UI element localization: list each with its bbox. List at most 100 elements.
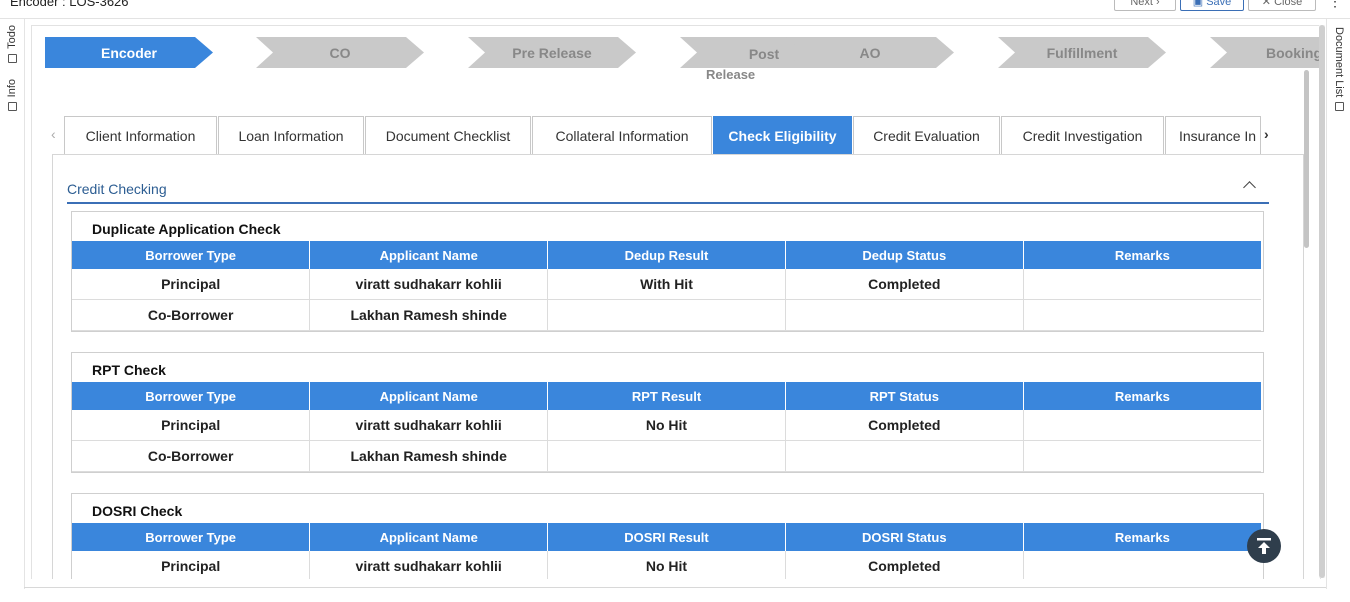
document-list-label: Document List bbox=[1333, 27, 1345, 98]
table-cell bbox=[1023, 269, 1261, 300]
column-header: DOSRI Result bbox=[547, 523, 786, 551]
table-cell: No Hit bbox=[547, 410, 786, 441]
table-cell: Principal bbox=[72, 410, 311, 441]
duplicate-check-table: Borrower Type Applicant Name Dedup Resul… bbox=[72, 241, 1261, 331]
column-header: Applicant Name bbox=[309, 382, 549, 410]
table-row: Co-Borrower Lakhan Ramesh shinde bbox=[72, 299, 1261, 331]
table-header-row: Borrower Type Applicant Name Dedup Resul… bbox=[72, 241, 1261, 269]
table-cell: With Hit bbox=[547, 269, 786, 300]
column-header: Applicant Name bbox=[309, 241, 549, 269]
table-cell: Principal bbox=[72, 269, 311, 300]
step-co[interactable]: CO bbox=[256, 37, 424, 68]
column-header: RPT Status bbox=[785, 382, 1024, 410]
top-bar: Encoder : LOS-3626 Next › ▣ Save ✕ Close… bbox=[0, 0, 1350, 18]
table-row: Principal viratt sudhakarr kohlii No Hit… bbox=[72, 551, 1261, 579]
section-divider bbox=[67, 202, 1269, 204]
table-cell bbox=[1023, 551, 1261, 579]
inner-scrollbar[interactable] bbox=[1304, 70, 1309, 248]
chevron-right-icon: › bbox=[1156, 0, 1160, 8]
step-booking[interactable]: Booking bbox=[1210, 37, 1320, 68]
workflow-stepper: Encoder CO Pre Release Post AO Fulfillme… bbox=[45, 37, 1320, 82]
dosri-check-card: DOSRI Check Borrower Type Applicant Name… bbox=[71, 493, 1264, 579]
column-header: Remarks bbox=[1023, 523, 1261, 551]
table-cell: Completed bbox=[785, 269, 1024, 300]
tab-collateral-information[interactable]: Collateral Information bbox=[532, 116, 712, 154]
table-cell bbox=[547, 440, 786, 472]
tab-credit-evaluation[interactable]: Credit Evaluation bbox=[853, 116, 1000, 154]
tab-loan-information[interactable]: Loan Information bbox=[218, 116, 364, 154]
todo-rail-button[interactable]: Todo bbox=[2, 25, 22, 63]
rpt-check-table: Borrower Type Applicant Name RPT Result … bbox=[72, 382, 1261, 472]
page-scrollbar-thumb[interactable] bbox=[1319, 25, 1325, 578]
scroll-to-top-button[interactable] bbox=[1247, 529, 1281, 563]
clipboard-icon bbox=[7, 53, 17, 63]
table-cell: Completed bbox=[785, 410, 1024, 441]
card-title: Duplicate Application Check bbox=[92, 221, 281, 237]
duplicate-application-check-card: Duplicate Application Check Borrower Typ… bbox=[71, 211, 1264, 332]
table-cell bbox=[547, 299, 786, 331]
table-cell: viratt sudhakarr kohlii bbox=[309, 269, 549, 300]
tab-check-eligibility[interactable]: Check Eligibility bbox=[713, 116, 852, 154]
save-button[interactable]: ▣ Save bbox=[1180, 0, 1244, 11]
save-icon: ▣ bbox=[1192, 0, 1204, 8]
column-header: Borrower Type bbox=[72, 241, 311, 269]
table-header-row: Borrower Type Applicant Name DOSRI Resul… bbox=[72, 523, 1261, 551]
close-button-label: Close bbox=[1274, 0, 1303, 8]
column-header: Remarks bbox=[1023, 382, 1261, 410]
column-header: DOSRI Status bbox=[785, 523, 1024, 551]
table-row: Principal viratt sudhakarr kohlii No Hit… bbox=[72, 410, 1261, 441]
table-cell: Principal bbox=[72, 551, 311, 579]
table-cell bbox=[1023, 440, 1261, 472]
page-scrollbar[interactable] bbox=[1319, 25, 1325, 578]
step-fulfillment[interactable]: Fulfillment bbox=[998, 37, 1166, 68]
tab-client-information[interactable]: Client Information bbox=[64, 116, 217, 154]
table-row: Co-Borrower Lakhan Ramesh shinde bbox=[72, 440, 1261, 472]
table-cell bbox=[1023, 410, 1261, 441]
table-cell bbox=[1023, 299, 1261, 331]
header-divider bbox=[0, 18, 1350, 19]
table-cell: Lakhan Ramesh shinde bbox=[309, 299, 549, 331]
save-button-label: Save bbox=[1206, 0, 1232, 8]
tab-insurance-information[interactable]: Insurance In bbox=[1165, 116, 1261, 154]
column-header: RPT Result bbox=[547, 382, 786, 410]
column-header: Dedup Status bbox=[785, 241, 1024, 269]
table-cell bbox=[785, 440, 1024, 472]
column-header: Applicant Name bbox=[309, 523, 549, 551]
card-title: RPT Check bbox=[92, 362, 166, 378]
column-header: Borrower Type bbox=[72, 523, 311, 551]
section-title: Credit Checking bbox=[67, 181, 167, 197]
info-rail-button[interactable]: Info bbox=[2, 79, 22, 112]
todo-label: Todo bbox=[6, 25, 18, 49]
column-header: Dedup Result bbox=[547, 241, 786, 269]
page-title: Encoder : LOS-3626 bbox=[10, 0, 129, 9]
card-title: DOSRI Check bbox=[92, 503, 183, 519]
table-cell: Lakhan Ramesh shinde bbox=[309, 440, 549, 472]
table-cell: Co-Borrower bbox=[72, 299, 311, 331]
column-header: Remarks bbox=[1023, 241, 1261, 269]
table-cell: Co-Borrower bbox=[72, 440, 311, 472]
step-ao[interactable]: AO bbox=[786, 37, 954, 68]
chevron-left-icon[interactable]: ‹ bbox=[51, 126, 56, 142]
footer-divider bbox=[24, 587, 1326, 588]
chevron-up-icon[interactable] bbox=[1243, 181, 1256, 194]
next-button[interactable]: Next › bbox=[1114, 0, 1176, 11]
tab-bar: ‹ Client Information Loan Information Do… bbox=[49, 116, 1279, 154]
tab-document-checklist[interactable]: Document Checklist bbox=[365, 116, 531, 154]
step-pre-release[interactable]: Pre Release bbox=[468, 37, 636, 68]
table-header-row: Borrower Type Applicant Name RPT Result … bbox=[72, 382, 1261, 410]
close-button[interactable]: ✕ Close bbox=[1248, 0, 1316, 11]
main-content: Encoder CO Pre Release Post AO Fulfillme… bbox=[31, 25, 1321, 579]
table-cell: viratt sudhakarr kohlii bbox=[309, 551, 549, 579]
tab-credit-investigation[interactable]: Credit Investigation bbox=[1001, 116, 1164, 154]
more-options-icon[interactable]: ⋮ bbox=[1328, 0, 1342, 8]
dosri-check-table: Borrower Type Applicant Name DOSRI Resul… bbox=[72, 523, 1261, 579]
table-cell: viratt sudhakarr kohlii bbox=[309, 410, 549, 441]
next-button-label: Next bbox=[1130, 0, 1153, 8]
table-cell bbox=[785, 299, 1024, 331]
table-row: Principal viratt sudhakarr kohlii With H… bbox=[72, 269, 1261, 300]
chevron-right-icon[interactable]: › bbox=[1264, 126, 1269, 142]
step-encoder[interactable]: Encoder bbox=[45, 37, 213, 68]
document-list-rail-button[interactable]: Document List bbox=[1329, 27, 1349, 112]
table-cell: Completed bbox=[785, 551, 1024, 579]
arrow-up-to-line-icon bbox=[1257, 538, 1271, 554]
